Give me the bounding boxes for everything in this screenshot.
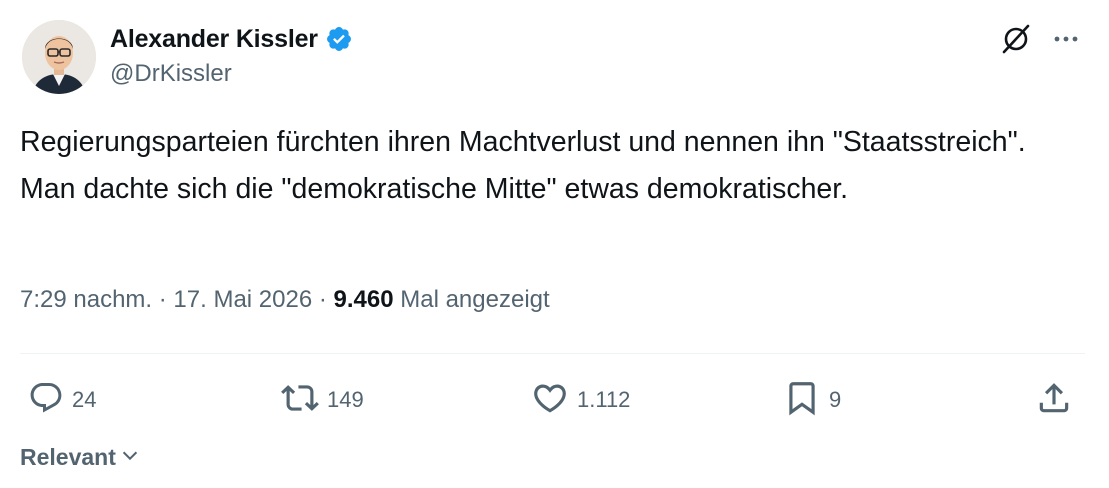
- reply-sort-dropdown[interactable]: Relevant: [20, 444, 141, 471]
- bookmark-button[interactable]: 9: [783, 380, 841, 420]
- author-name-row[interactable]: Alexander Kissler: [110, 22, 353, 56]
- divider: [20, 353, 1085, 354]
- heart-icon: [531, 379, 569, 422]
- views-label: Mal angezeigt: [393, 286, 550, 313]
- tweet-text: Regierungsparteien fürchten ihren Machtv…: [20, 126, 1026, 205]
- repost-icon: [281, 379, 319, 422]
- share-icon: [1035, 379, 1073, 422]
- author-display-name[interactable]: Alexander Kissler: [110, 25, 318, 54]
- verified-badge-icon[interactable]: [325, 25, 353, 53]
- meta-separator: ·: [152, 286, 174, 313]
- repost-button[interactable]: 149: [281, 380, 364, 420]
- sort-label: Relevant: [20, 444, 116, 470]
- tweet-time[interactable]: 7:29 nachm.: [20, 286, 152, 313]
- reply-icon: [28, 380, 64, 421]
- reply-count: 24: [72, 387, 97, 412]
- bookmark-icon: [783, 379, 821, 422]
- tweet-top-actions: [999, 22, 1081, 61]
- like-button[interactable]: 1.112: [531, 380, 630, 420]
- tweet-card: Alexander Kissler @DrKissler Regierungsp…: [0, 0, 1109, 488]
- bookmark-count: 9: [829, 387, 842, 412]
- more-icon[interactable]: [1051, 24, 1081, 59]
- repost-count: 149: [327, 387, 364, 412]
- author-handle[interactable]: @DrKissler: [110, 60, 232, 88]
- reply-button[interactable]: 24: [28, 380, 96, 420]
- tweet-meta: 7:29 nachm. · 17. Mai 2026 · 9.460 Mal a…: [20, 286, 550, 314]
- avatar[interactable]: [22, 20, 96, 94]
- grok-icon[interactable]: [999, 22, 1033, 61]
- share-button[interactable]: [1035, 380, 1073, 420]
- tweet-date[interactable]: 17. Mai 2026: [173, 286, 312, 313]
- meta-separator: ·: [312, 286, 334, 313]
- like-count: 1.112: [577, 387, 631, 412]
- chevron-down-icon: [119, 444, 141, 471]
- views-count: 9.460: [333, 286, 394, 313]
